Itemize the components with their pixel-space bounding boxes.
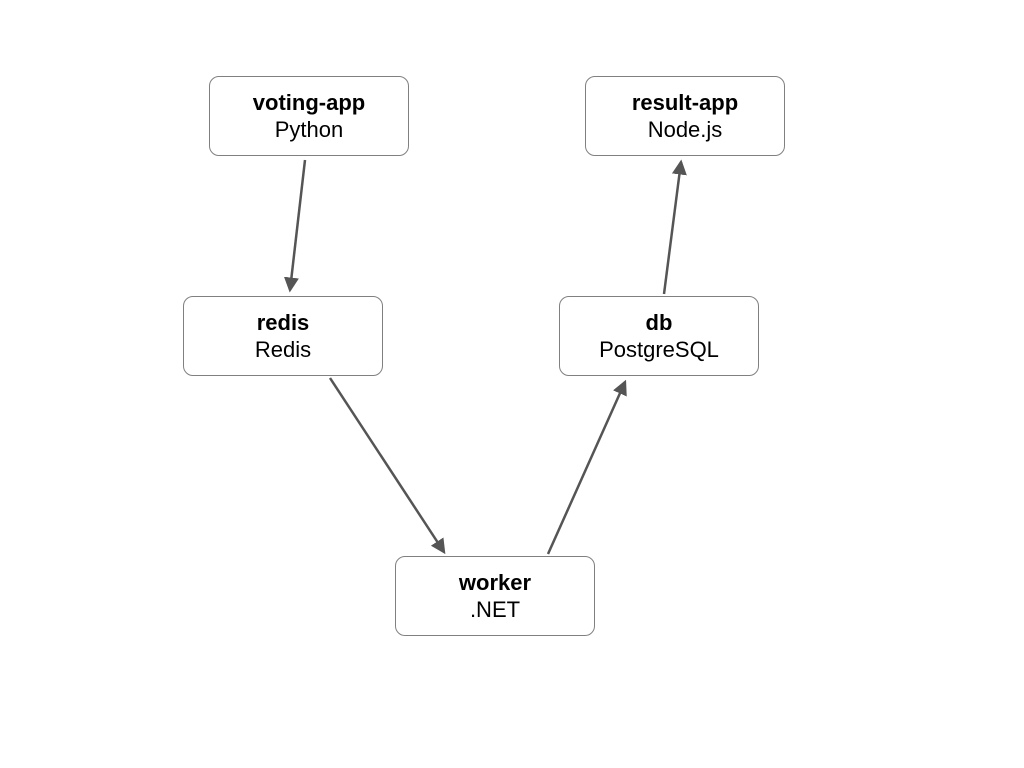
node-subtitle: Node.js [648,116,723,144]
edge-voting-app-to-redis [290,160,305,290]
node-db: db PostgreSQL [559,296,759,376]
node-voting-app: voting-app Python [209,76,409,156]
node-title: redis [257,309,310,337]
node-subtitle: Redis [255,336,311,364]
node-worker: worker .NET [395,556,595,636]
node-subtitle: PostgreSQL [599,336,719,364]
node-redis: redis Redis [183,296,383,376]
node-title: db [646,309,673,337]
node-subtitle: .NET [470,596,520,624]
edge-worker-to-db [548,382,625,554]
node-title: result-app [632,89,738,117]
node-title: worker [459,569,531,597]
edge-db-to-result-app [664,162,681,294]
diagram-arrows [0,0,1024,768]
node-title: voting-app [253,89,365,117]
edge-redis-to-worker [330,378,444,552]
node-result-app: result-app Node.js [585,76,785,156]
node-subtitle: Python [275,116,344,144]
